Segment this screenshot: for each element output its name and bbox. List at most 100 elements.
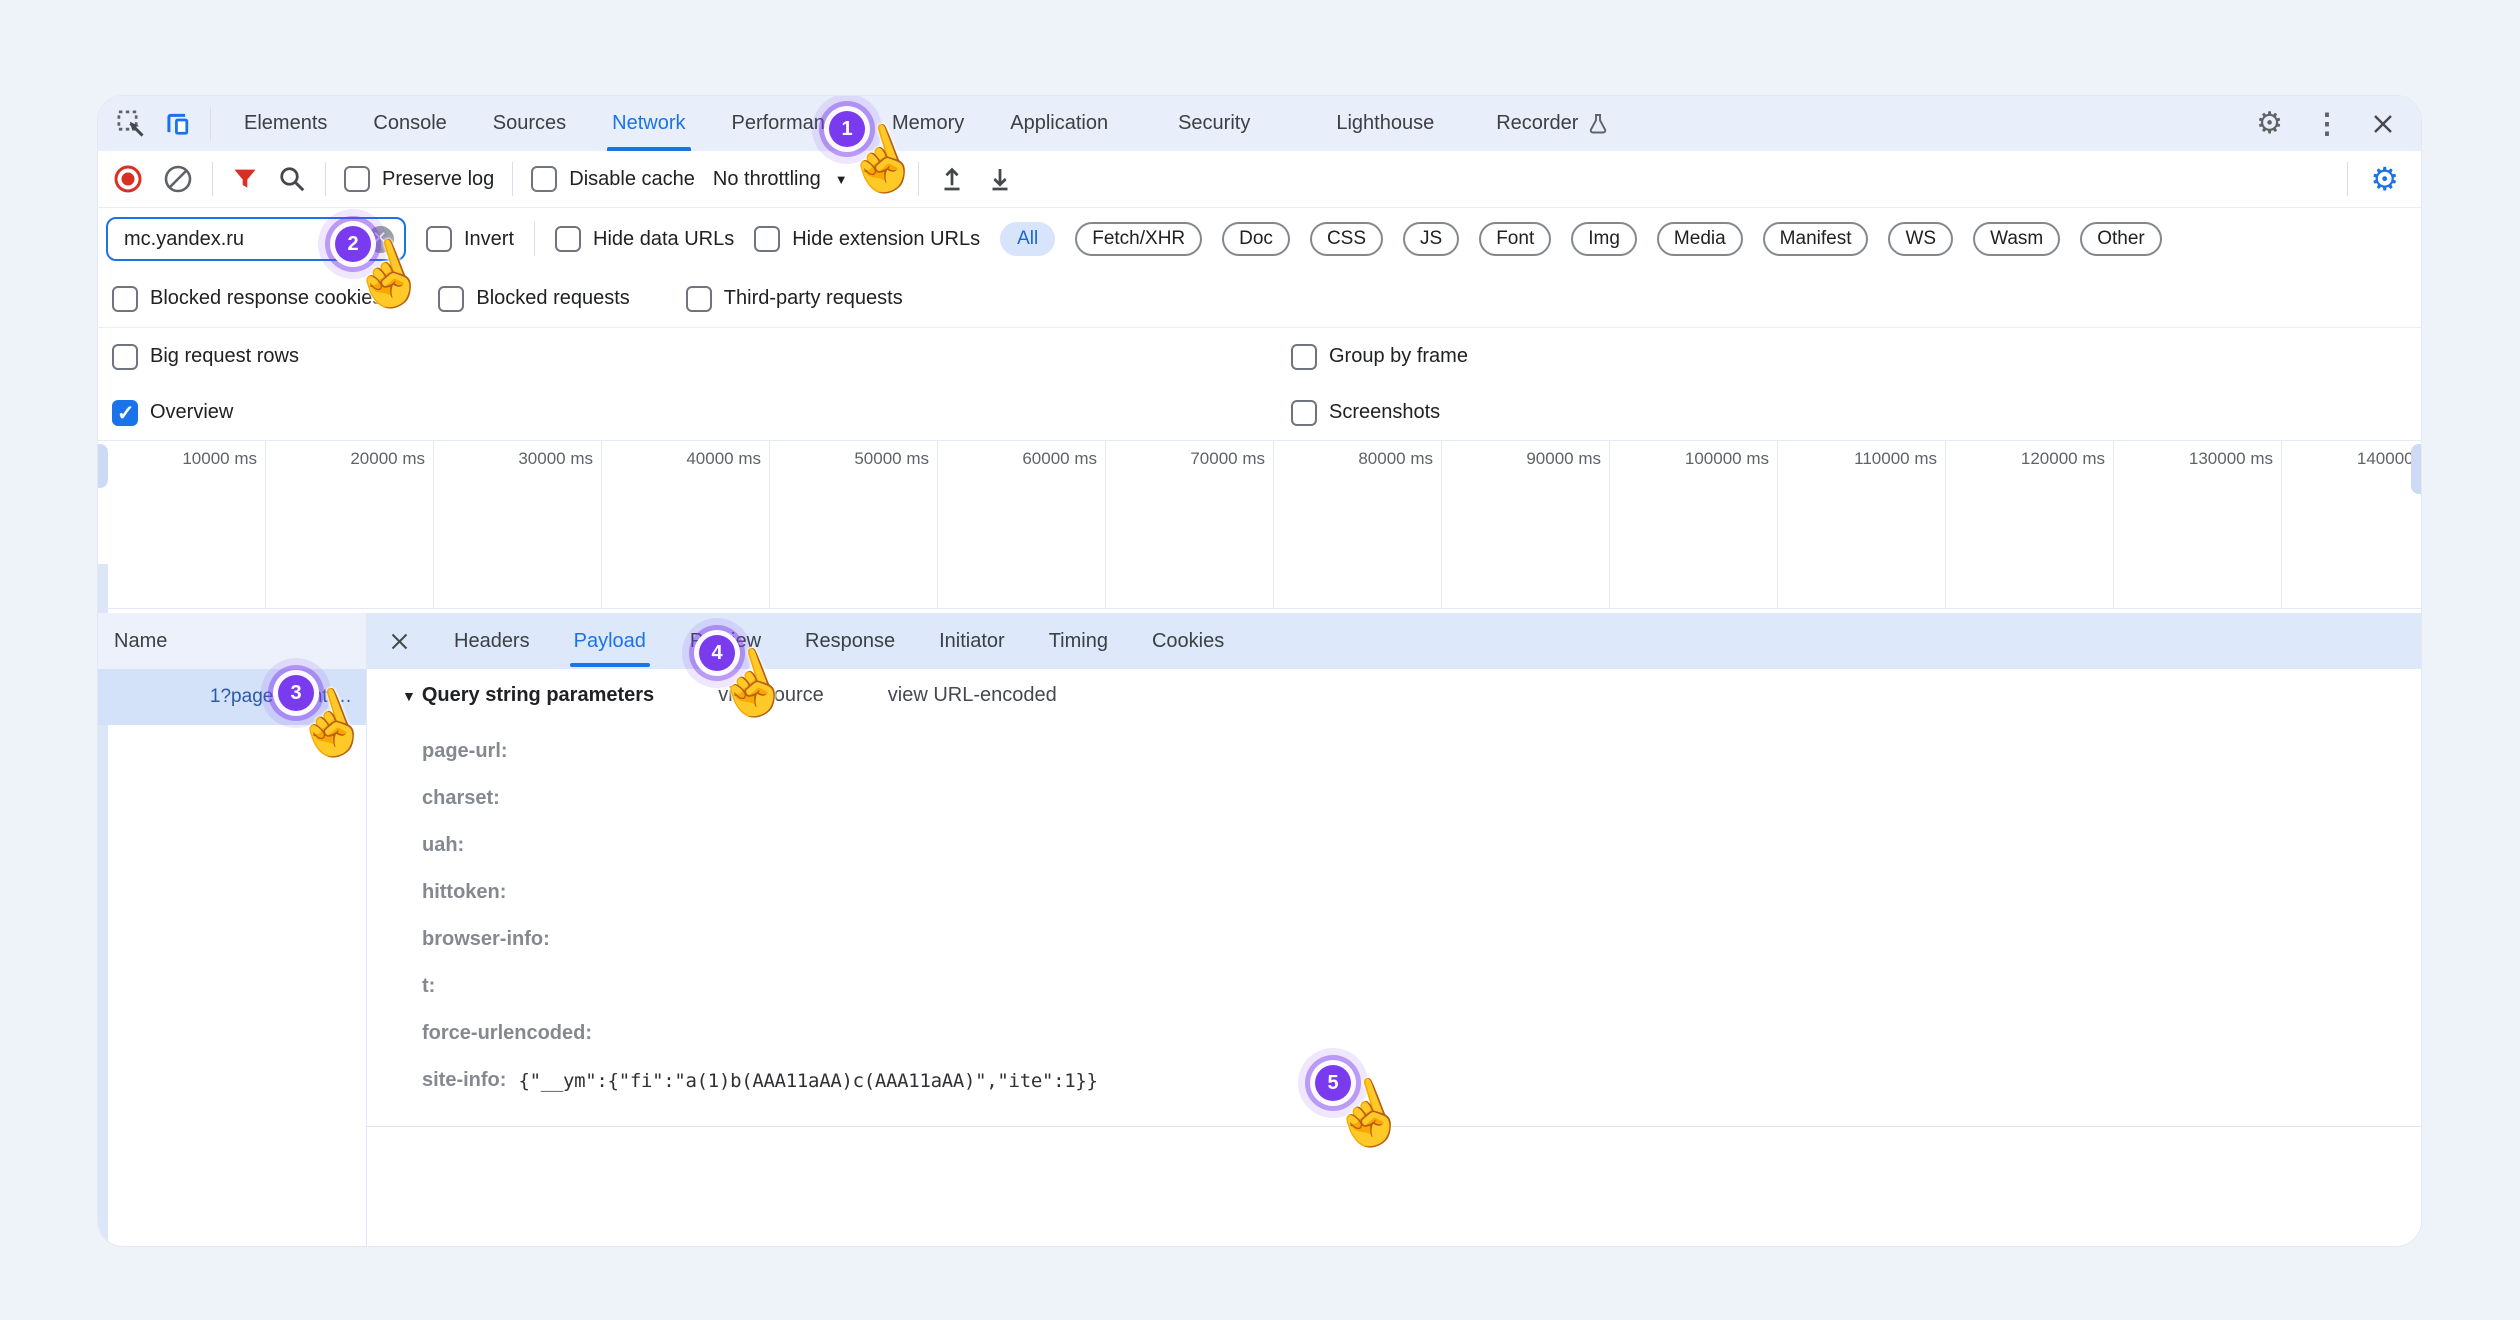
filter-funnel-icon[interactable] [231,165,259,193]
filter-pill-js[interactable]: JS [1403,222,1459,256]
divider [512,162,513,196]
details-tab-headers[interactable]: Headers [454,630,530,653]
tab-security[interactable]: Security [1155,96,1273,151]
tab-lighthouse[interactable]: Lighthouse [1313,96,1457,151]
filter-pill-doc[interactable]: Doc [1222,222,1290,256]
timeline-left-scroll-nub[interactable] [98,444,108,488]
timeline-tick: 120000 ms [1946,441,2114,608]
param-row: hittoken: [422,869,2401,916]
filter-pill-all[interactable]: All [1000,222,1055,256]
device-toolbar-icon[interactable] [162,109,192,139]
screenshots-checkbox[interactable]: Screenshots [1291,400,1440,426]
timeline-tick: 50000 ms [770,441,938,608]
param-row: uah: [422,822,2401,869]
options-row-1: Big request rows Group by frame [98,328,2421,385]
more-menu-icon[interactable] [2313,107,2341,140]
details-tab-timing[interactable]: Timing [1049,630,1108,653]
timeline-tick: 30000 ms [434,441,602,608]
filter-pill-other[interactable]: Other [2080,222,2162,256]
details-tab-payload[interactable]: Payload [574,630,646,653]
filter-row-2: Blocked response cookies Blocked request… [98,270,2421,328]
payload-params-list: page-url: charset: uah: hittoken: browse… [422,728,2401,1104]
hide-data-urls-checkbox[interactable]: Hide data URLs [555,226,734,252]
filter-pill-manifest[interactable]: Manifest [1763,222,1869,256]
timeline-tick: 10000 ms [98,441,266,608]
timeline-tick: 140000 ms [2282,441,2421,608]
search-icon[interactable] [277,164,307,194]
throttling-dropdown[interactable]: No throttling [713,168,848,191]
name-column-header[interactable]: Name [98,613,366,669]
timeline-tick: 20000 ms [266,441,434,608]
tab-console[interactable]: Console [350,96,469,151]
timeline-tick: 70000 ms [1106,441,1274,608]
filter-pill-img[interactable]: Img [1571,222,1637,256]
timeline-tick: 90000 ms [1442,441,1610,608]
timeline-tick: 100000 ms [1610,441,1778,608]
param-row: page-url: [422,728,2401,775]
checkbox[interactable] [344,166,370,192]
timeline-right-scroll-nub[interactable] [2411,444,2421,494]
close-details-icon[interactable] [389,631,410,652]
filter-pill-wasm[interactable]: Wasm [1973,222,2060,256]
devtools-settings-gear-icon[interactable] [2370,160,2399,198]
flask-icon [1586,112,1610,136]
filter-pill-font[interactable]: Font [1479,222,1551,256]
devtools-window: Elements Console Sources Network Perform… [97,95,2422,1247]
group-by-frame-checkbox[interactable]: Group by frame [1291,344,1468,370]
divider [325,162,326,196]
divider [2347,162,2348,196]
param-row: force-urlencoded: [422,1010,2401,1057]
tab-sources[interactable]: Sources [470,96,589,151]
invert-checkbox[interactable]: Invert [426,226,514,252]
main-tab-bar: Elements Console Sources Network Perform… [98,96,2421,151]
filter-pill-media[interactable]: Media [1657,222,1743,256]
tab-recorder[interactable]: Recorder [1473,96,1633,151]
clear-icon[interactable] [162,163,194,195]
param-row: t: [422,963,2401,1010]
filter-row: Invert Hide data URLs Hide extension URL… [98,208,2421,270]
import-har-icon[interactable] [937,164,967,194]
blocked-requests-checkbox[interactable]: Blocked requests [438,286,629,312]
timeline-tick: 110000 ms [1778,441,1946,608]
param-row: browser-info: [422,916,2401,963]
details-tab-response[interactable]: Response [805,630,895,653]
inspect-element-icon[interactable] [116,109,146,139]
preserve-log-checkbox[interactable]: Preserve log [344,166,494,192]
tab-application[interactable]: Application [987,96,1131,151]
divider [212,162,213,196]
disclosure-triangle-icon[interactable] [402,688,416,704]
timeline-tick: 60000 ms [938,441,1106,608]
network-toolbar: Preserve log Disable cache No throttling [98,151,2421,208]
options-row-2: Overview Screenshots [98,385,2421,441]
record-icon[interactable] [112,163,144,195]
details-tab-initiator[interactable]: Initiator [939,630,1005,653]
export-har-icon[interactable] [985,164,1015,194]
hide-extension-urls-checkbox[interactable]: Hide extension URLs [754,226,980,252]
filter-pill-ws[interactable]: WS [1888,222,1953,256]
tab-network[interactable]: Network [589,96,708,151]
big-request-rows-checkbox[interactable]: Big request rows [112,344,299,370]
param-row-site-info: site-info: {"__ym":{"fi":"a(1)b(AAA11aAA… [422,1057,2401,1104]
filter-text-field[interactable] [122,227,359,252]
filter-pill-fetch-xhr[interactable]: Fetch/XHR [1075,222,1202,256]
tab-elements[interactable]: Elements [221,96,350,151]
divider [210,107,211,141]
split-divider[interactable] [366,613,367,1246]
close-icon[interactable] [2371,112,2395,136]
tabbar-right-controls [2256,106,2421,141]
view-url-encoded-link[interactable]: view URL-encoded [888,684,1057,707]
divider [534,222,535,256]
details-tab-cookies[interactable]: Cookies [1152,630,1224,653]
filter-pill-css[interactable]: CSS [1310,222,1383,256]
disable-cache-checkbox[interactable]: Disable cache [531,166,695,192]
third-party-requests-checkbox[interactable]: Third-party requests [686,286,903,312]
settings-gear-icon[interactable] [2256,106,2283,141]
section-title[interactable]: Query string parameters [402,684,654,707]
overview-checkbox[interactable]: Overview [112,400,233,426]
timeline-tick: 40000 ms [602,441,770,608]
timeline-tick: 80000 ms [1274,441,1442,608]
network-overview-timeline[interactable]: 10000 ms 20000 ms 30000 ms 40000 ms 5000… [98,441,2421,609]
blocked-response-cookies-checkbox[interactable]: Blocked response cookies [112,286,382,312]
timeline-tick: 130000 ms [2114,441,2282,608]
checkbox[interactable] [531,166,557,192]
